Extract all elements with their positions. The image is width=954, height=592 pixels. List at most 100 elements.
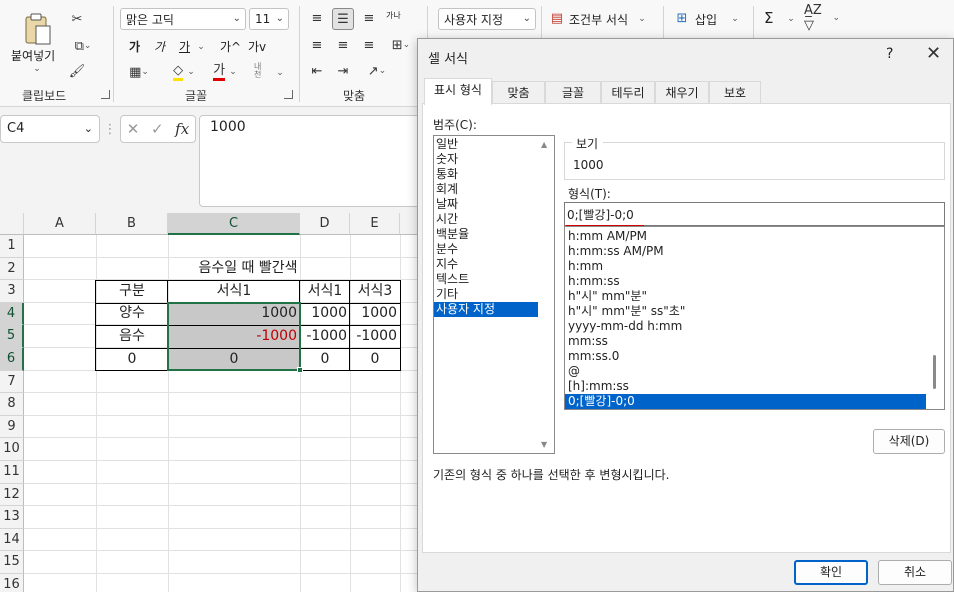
row-header[interactable]: 3 xyxy=(0,280,24,303)
align-left-icon[interactable]: ≡ xyxy=(308,36,326,54)
format-item[interactable]: h"시" mm"분" xyxy=(565,289,927,304)
format-item[interactable]: h:mm AM/PM xyxy=(565,229,927,244)
category-item[interactable]: 날짜 xyxy=(434,197,554,212)
font-size-combo[interactable]: 11 ⌄ xyxy=(249,8,289,30)
category-item[interactable]: 일반 xyxy=(434,137,554,152)
underline-button[interactable]: 가 xyxy=(179,38,190,55)
format-item[interactable]: yyyy-mm-dd h:mm xyxy=(565,319,927,334)
enter-icon[interactable]: ✓ xyxy=(151,120,164,138)
table-cell[interactable]: 1000 xyxy=(300,303,350,324)
clipboard-launcher[interactable] xyxy=(101,90,110,99)
ok-button[interactable]: 확인 xyxy=(794,560,868,585)
paste-icon[interactable] xyxy=(22,12,54,46)
delete-button[interactable]: 삭제(D) xyxy=(873,429,945,454)
row-header[interactable]: 14 xyxy=(0,528,24,552)
format-item[interactable]: 0;[빨강]-0;0 xyxy=(565,394,927,409)
tab-fill[interactable]: 채우기 xyxy=(655,81,709,104)
column-header[interactable]: E xyxy=(350,213,400,235)
wrap-text-button[interactable]: 가나 xyxy=(386,10,401,21)
insert-button[interactable]: 삽입 xyxy=(695,11,717,28)
format-painter-icon[interactable]: 🖌 xyxy=(68,62,86,80)
cancel-button[interactable]: 취소 xyxy=(878,560,952,585)
conditional-format-button[interactable]: 조건부 서식 xyxy=(569,11,628,28)
table-cell[interactable]: 0 xyxy=(300,349,350,370)
chevron-down-icon[interactable]: ⌄ xyxy=(786,14,796,24)
align-top-icon[interactable]: ≡ xyxy=(308,9,326,27)
format-item[interactable]: @ xyxy=(565,364,927,379)
row-header[interactable]: 9 xyxy=(0,415,24,439)
table-header[interactable]: 구분 xyxy=(96,281,168,302)
row-header[interactable]: 6 xyxy=(0,348,24,371)
row-header[interactable]: 16 xyxy=(0,574,24,592)
table-header[interactable]: 서식1 xyxy=(168,281,300,302)
paste-button[interactable]: 붙여넣기 xyxy=(11,47,55,64)
format-item[interactable]: h:mm xyxy=(565,259,927,274)
align-middle-icon[interactable]: ☰ xyxy=(332,8,354,30)
format-item[interactable]: h:mm:ss AM/PM xyxy=(565,244,927,259)
align-center-icon[interactable]: ≡ xyxy=(334,36,352,54)
orientation-icon[interactable]: ↗ ⌄ xyxy=(362,62,392,80)
row-header[interactable]: 10 xyxy=(0,438,24,461)
column-header[interactable]: B xyxy=(96,213,168,235)
row-header[interactable]: 4 xyxy=(0,302,24,326)
merge-icon[interactable]: ⊞ ⌄ xyxy=(386,36,416,54)
border-icon[interactable]: ▦ ⌄ xyxy=(124,63,154,81)
bold-button[interactable]: 가 xyxy=(129,38,140,55)
row-header[interactable]: 15 xyxy=(0,551,24,574)
cancel-icon[interactable]: ✕ xyxy=(127,120,140,138)
format-list[interactable]: h:mm AM/PM h:mm:ss AM/PM h:mm h:mm:ss h"시" m… xyxy=(564,226,945,410)
chevron-down-icon[interactable]: ⌄ xyxy=(32,64,42,74)
format-item[interactable]: mm:ss.0 xyxy=(565,349,927,364)
scroll-down-icon[interactable]: ▼ xyxy=(541,440,547,449)
tab-alignment[interactable]: 맞춤 xyxy=(492,81,545,104)
close-icon[interactable]: ✕ xyxy=(926,43,941,64)
tab-border[interactable]: 테두리 xyxy=(601,81,655,104)
category-item[interactable]: 사용자 지정 xyxy=(434,302,554,317)
name-box[interactable]: C4 ⌄ xyxy=(0,115,100,143)
format-item[interactable]: h"시" mm"분" ss"초" xyxy=(565,304,927,319)
category-item[interactable]: 통화 xyxy=(434,167,554,182)
autosum-button[interactable]: Σ xyxy=(764,9,773,27)
category-item[interactable]: 시간 xyxy=(434,212,554,227)
format-item[interactable]: h:mm:ss xyxy=(565,274,927,289)
fill-color-icon[interactable]: ◇ ⌄ xyxy=(168,62,200,82)
italic-button[interactable]: 가 xyxy=(154,38,165,55)
row-header[interactable]: 11 xyxy=(0,461,24,484)
row-header[interactable]: 2 xyxy=(0,257,24,281)
table-header[interactable]: 서식1 xyxy=(300,281,350,302)
sort-filter-icon[interactable]: A̲Z ▽ ⌄ xyxy=(804,3,840,33)
category-item[interactable]: 지수 xyxy=(434,257,554,272)
category-item[interactable]: 기타 xyxy=(434,287,554,302)
format-scrollbar[interactable] xyxy=(926,227,944,409)
format-item[interactable]: mm:ss xyxy=(565,334,927,349)
shrink-font-button[interactable]: 가v xyxy=(248,38,266,55)
tab-font[interactable]: 글꼴 xyxy=(545,81,601,104)
row-header[interactable]: 12 xyxy=(0,483,24,507)
row-header[interactable]: 13 xyxy=(0,506,24,529)
table-cell[interactable]: 0 xyxy=(96,349,168,370)
category-scrollbar[interactable]: ▲ ▼ xyxy=(538,136,554,453)
table-header[interactable]: 서식3 xyxy=(350,281,400,302)
tab-protection[interactable]: 보호 xyxy=(709,81,761,104)
select-all-corner[interactable] xyxy=(0,213,24,235)
grow-font-button[interactable]: 가^ xyxy=(220,38,241,55)
row-header[interactable]: 8 xyxy=(0,393,24,416)
table-cell[interactable]: 1000 xyxy=(350,303,400,324)
table-cell[interactable]: -1000 xyxy=(350,326,400,347)
table-cell[interactable]: 0 xyxy=(350,349,400,370)
category-item[interactable]: 백분율 xyxy=(434,227,554,242)
chevron-down-icon[interactable]: ⌄ xyxy=(275,68,285,78)
cut-icon[interactable]: ✂ xyxy=(68,10,86,28)
column-header[interactable]: A xyxy=(24,213,96,235)
column-header[interactable]: D xyxy=(300,213,350,235)
number-format-combo[interactable]: 사용자 지정 ⌄ xyxy=(438,8,536,30)
scroll-up-icon[interactable]: ▲ xyxy=(541,140,547,149)
table-title[interactable]: 음수일 때 빨간색 xyxy=(96,258,400,279)
table-cell[interactable]: 양수 xyxy=(96,303,168,324)
copy-icon[interactable]: ⧉ ⌄ xyxy=(68,37,98,55)
row-header[interactable]: 1 xyxy=(0,235,24,258)
font-launcher[interactable] xyxy=(284,90,293,99)
category-item[interactable]: 분수 xyxy=(434,242,554,257)
phonetic-button[interactable]: 내천 xyxy=(254,63,268,79)
category-item[interactable]: 숫자 xyxy=(434,152,554,167)
